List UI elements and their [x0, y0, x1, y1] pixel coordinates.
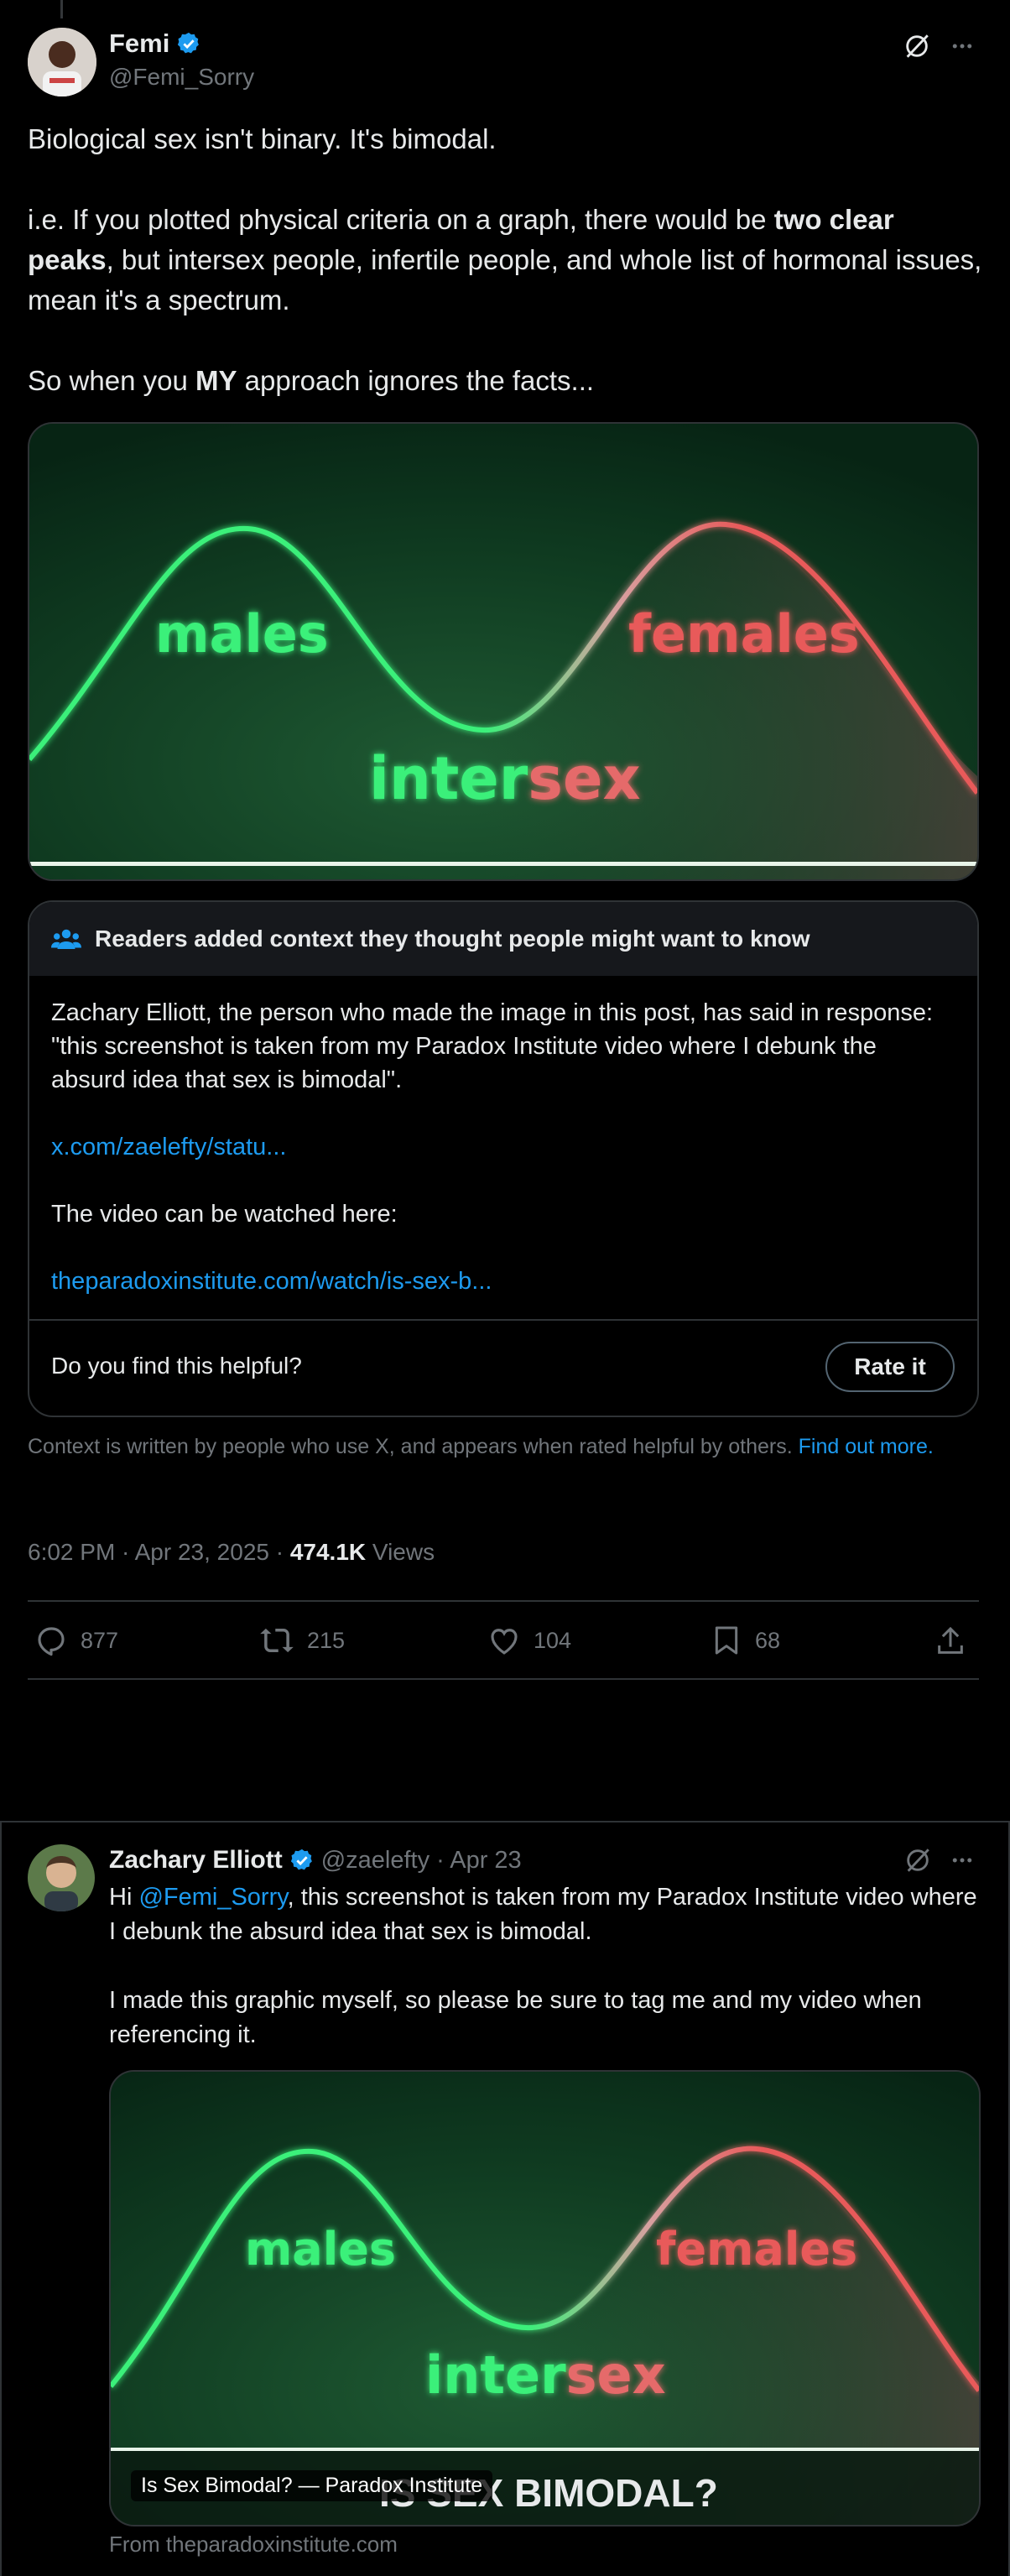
reply-author-name[interactable]: Zachary Elliott [109, 1846, 283, 1875]
community-note-title: Readers added context they thought peopl… [95, 926, 810, 952]
bookmark-count: 68 [755, 1627, 781, 1653]
mention-link[interactable]: @Femi_Sorry [138, 1884, 287, 1911]
like-button[interactable]: 104 [487, 1623, 571, 1658]
tweet-timestamp: 6:02 PM · Apr 23, 2025 · 474.1K Views [28, 1539, 435, 1565]
note-footer: Context is written by people who use X, … [28, 1435, 934, 1458]
reply-section-border [0, 1821, 1010, 1822]
females-label: females [628, 603, 860, 665]
card-source[interactable]: From theparadoxinstitute.com [109, 2532, 398, 2558]
verified-badge-icon [290, 1849, 312, 1870]
reply-avatar[interactable] [28, 1844, 95, 1911]
author-name[interactable]: Femi [109, 29, 169, 59]
community-note: Readers added context they thought peopl… [28, 900, 979, 1417]
rate-it-button[interactable]: Rate it [825, 1342, 955, 1392]
more-options-icon[interactable] [948, 34, 976, 59]
males-label: males [155, 603, 329, 665]
tweet-text-line1: Biological sex isn't binary. It's bimoda… [28, 123, 497, 154]
avatar[interactable] [28, 28, 96, 96]
grok-icon[interactable] [903, 1846, 932, 1875]
left-border [0, 1822, 2, 2576]
reply-avatar-image [28, 1844, 95, 1911]
reply-count: 877 [81, 1627, 119, 1653]
reply-icon [38, 1627, 65, 1656]
community-note-body: Zachary Elliott, the person who made the… [51, 999, 934, 1093]
thread-line [60, 0, 63, 18]
note-video-text: The video can be watched here: [51, 1201, 398, 1228]
community-note-header: Readers added context they thought peopl… [29, 902, 977, 976]
link-card[interactable]: males females intersex IS SEX BIMODAL? I… [109, 2070, 981, 2526]
share-icon[interactable] [934, 1624, 967, 1658]
people-icon [51, 929, 81, 949]
note-link-status[interactable]: x.com/zaelefty/statu... [51, 1130, 955, 1164]
tweet-image[interactable]: males females intersex [28, 422, 979, 881]
reply-text: Hi @Femi_Sorry, this screenshot is taken… [109, 1880, 981, 2052]
card-title-badge: Is Sex Bimodal? — Paradox Institute [131, 2470, 493, 2501]
bookmark-button[interactable]: 68 [710, 1623, 780, 1658]
find-out-more-link[interactable]: Find out more. [799, 1435, 934, 1458]
retweet-count: 215 [307, 1627, 346, 1653]
grok-icon[interactable] [903, 32, 931, 60]
tweet-text-paragraph2: i.e. If you plotted physical criteria on… [28, 204, 982, 315]
views-count: 474.1K [289, 1539, 367, 1565]
tweet-text: Biological sex isn't binary. It's bimoda… [28, 119, 984, 401]
avatar-image [28, 28, 96, 96]
card-males-label: males [245, 2223, 396, 2276]
reply-author-handle[interactable]: @zaelefty [321, 1847, 430, 1875]
divider [28, 1600, 979, 1602]
reply-text-paragraph1: Hi @Femi_Sorry, this screenshot is taken… [109, 1884, 977, 1945]
note-link-video[interactable]: theparadoxinstitute.com/watch/is-sex-b..… [51, 1265, 955, 1298]
heart-icon [491, 1629, 518, 1655]
divider [28, 1678, 979, 1680]
author-handle[interactable]: @Femi_Sorry [109, 64, 254, 91]
retweet-icon [260, 1628, 294, 1653]
like-count: 104 [534, 1627, 572, 1653]
tweet-text-paragraph3: So when you MY approach ignores the fact… [28, 365, 595, 396]
card-intersex-label: intersex [425, 2344, 666, 2406]
reply-date[interactable]: · Apr 23 [436, 1847, 522, 1875]
more-options-icon[interactable] [948, 1848, 976, 1873]
intersex-label: intersex [369, 744, 641, 813]
reply-text-paragraph2: I made this graphic myself, so please be… [109, 1987, 922, 2048]
reply-button[interactable]: 877 [34, 1623, 118, 1658]
retweet-button[interactable]: 215 [258, 1623, 345, 1658]
card-females-label: females [656, 2223, 857, 2276]
bookmark-icon [715, 1626, 738, 1655]
helpful-question: Do you find this helpful? [51, 1353, 302, 1379]
verified-badge-icon [178, 32, 200, 54]
